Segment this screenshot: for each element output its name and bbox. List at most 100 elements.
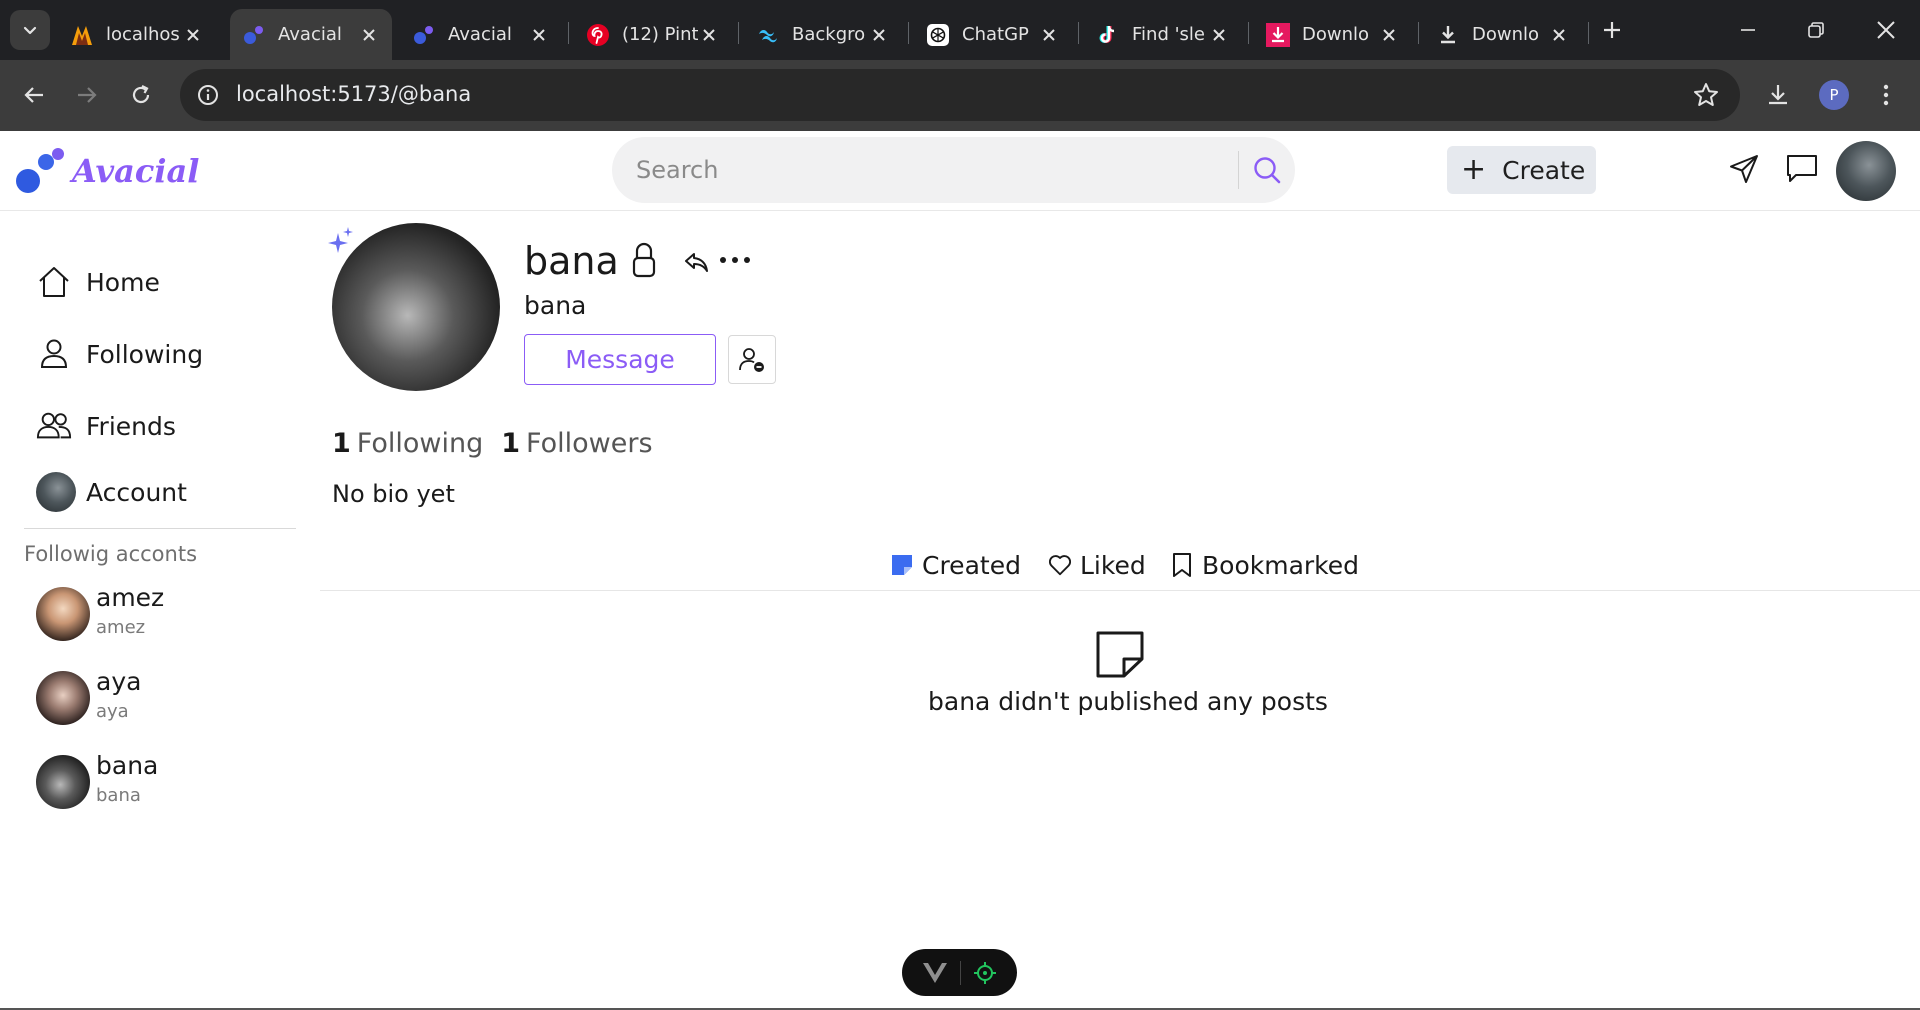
heart-icon: [1048, 552, 1072, 578]
message-button[interactable]: Message: [524, 334, 716, 385]
downloads-button[interactable]: [1758, 75, 1798, 115]
browser-tab[interactable]: Backgro: [744, 9, 902, 60]
vue-logo-icon: [923, 962, 947, 983]
create-button[interactable]: + Create: [1447, 146, 1596, 194]
profile-stats: 1 Following 1 Followers: [332, 428, 671, 459]
following-count: 1: [332, 428, 351, 459]
unfollow-button[interactable]: [728, 335, 776, 384]
logo-text: Avacial: [72, 152, 200, 190]
close-icon[interactable]: [182, 24, 204, 46]
browser-tab[interactable]: Downlo: [1424, 9, 1582, 60]
avatar: [36, 587, 90, 641]
close-icon[interactable]: [868, 24, 890, 46]
sidebar-item-following[interactable]: Following: [36, 329, 203, 379]
address-url[interactable]: localhost:5173/@bana: [236, 82, 471, 106]
user-avatar[interactable]: [1836, 141, 1896, 201]
minimize-icon: [1741, 29, 1755, 31]
more-horizontal-icon[interactable]: [718, 247, 752, 273]
app-logo[interactable]: Avacial: [14, 145, 199, 197]
close-icon[interactable]: [1208, 24, 1230, 46]
restore-icon: [1808, 22, 1824, 38]
reload-button[interactable]: [121, 75, 161, 115]
following-stat[interactable]: 1 Following: [332, 428, 483, 459]
search-input[interactable]: [636, 137, 1216, 203]
messages-button[interactable]: [1724, 149, 1764, 189]
more-vertical-icon: [1883, 84, 1889, 106]
close-icon[interactable]: [1038, 24, 1060, 46]
avatar: [36, 472, 76, 512]
search-button[interactable]: [1248, 151, 1286, 189]
close-icon[interactable]: [1548, 24, 1570, 46]
sidebar-item-account[interactable]: Account: [36, 467, 187, 517]
profile-handle: bana: [524, 291, 587, 320]
minimize-button[interactable]: [1718, 0, 1778, 60]
tab-created[interactable]: Created: [890, 547, 1021, 583]
inbox-button[interactable]: [1782, 149, 1822, 189]
tab-search-button[interactable]: [10, 10, 50, 50]
close-icon[interactable]: [698, 24, 720, 46]
info-icon[interactable]: [194, 81, 222, 109]
browser-tab[interactable]: ChatGP: [914, 9, 1072, 60]
sidebar-item-home[interactable]: Home: [36, 257, 160, 307]
browser-tab[interactable]: Avacial: [400, 9, 562, 60]
create-label: Create: [1502, 155, 1586, 185]
followers-stat[interactable]: 1 Followers: [501, 428, 652, 459]
sidebar: Home Following Friends Account Followig …: [0, 211, 310, 1010]
tab-bookmarked[interactable]: Bookmarked: [1170, 547, 1359, 583]
avacial-logo-icon: [242, 23, 266, 47]
back-button[interactable]: [14, 75, 54, 115]
profile-avatar[interactable]: [332, 223, 500, 391]
profile-name: bana: [524, 239, 619, 283]
devtools-toggle[interactable]: [902, 949, 1017, 996]
avacial-logo-icon: [14, 145, 66, 197]
browser-profile-avatar[interactable]: P: [1819, 80, 1849, 110]
close-icon[interactable]: [528, 24, 550, 46]
close-icon[interactable]: [358, 24, 380, 46]
chat-bubble-icon: [1787, 155, 1817, 182]
tab-title: Downlo: [1472, 24, 1540, 45]
new-tab-button[interactable]: [1582, 0, 1642, 60]
share-icon[interactable]: [683, 249, 709, 275]
tab-title: (12) Pint: [622, 24, 698, 45]
empty-note-icon: [1094, 629, 1146, 679]
restore-button[interactable]: [1786, 0, 1846, 60]
avatar: [36, 671, 90, 725]
download-pink-icon: [1266, 22, 1290, 47]
user-minus-icon: [739, 347, 764, 372]
forward-button[interactable]: [67, 75, 107, 115]
arrow-right-icon: [78, 87, 97, 103]
sidebar-item-friends[interactable]: Friends: [36, 401, 176, 451]
following-accounts-heading: Followig acconts: [24, 542, 198, 566]
browser-toolbar: localhost:5173/@bana P: [0, 60, 1920, 131]
bookmark-star-icon[interactable]: [1692, 81, 1720, 109]
profile-bio: No bio yet: [332, 480, 455, 508]
browser-tabstrip: localhos Avacial Avacial (12) Pint Backg…: [0, 0, 1920, 60]
home-icon: [36, 264, 72, 300]
close-icon[interactable]: [1378, 24, 1400, 46]
lock-icon: [629, 241, 659, 279]
bookmark-icon: [1170, 552, 1194, 578]
tab-separator: [738, 22, 739, 44]
plus-icon: [1604, 22, 1620, 38]
browser-menu-button[interactable]: [1866, 75, 1906, 115]
app-header: Avacial + Create: [0, 131, 1920, 211]
tab-separator: [1418, 22, 1419, 44]
tab-title: localhos: [106, 24, 180, 45]
browser-tab[interactable]: localhos: [58, 9, 216, 60]
sidebar-item-label: Following: [86, 339, 204, 369]
browser-tab-active[interactable]: Avacial: [230, 9, 392, 60]
tiktok-icon: [1096, 23, 1120, 47]
pinterest-icon: [586, 23, 610, 47]
close-window-button[interactable]: [1856, 0, 1916, 60]
browser-tab[interactable]: Find 'sle: [1084, 9, 1242, 60]
profile-panel: bana bana Message 1 Following 1 Follower…: [320, 211, 1920, 1010]
browser-tab[interactable]: Downlo: [1254, 9, 1412, 60]
browser-tab[interactable]: (12) Pint: [574, 9, 732, 60]
tab-liked[interactable]: Liked: [1048, 547, 1146, 583]
tab-separator: [1248, 22, 1249, 44]
ladder-logo-icon: [70, 23, 94, 47]
tab-separator: [568, 22, 569, 44]
search-divider: [1238, 151, 1239, 189]
address-bar[interactable]: localhost:5173/@bana: [180, 69, 1740, 121]
followers-count: 1: [501, 428, 521, 459]
